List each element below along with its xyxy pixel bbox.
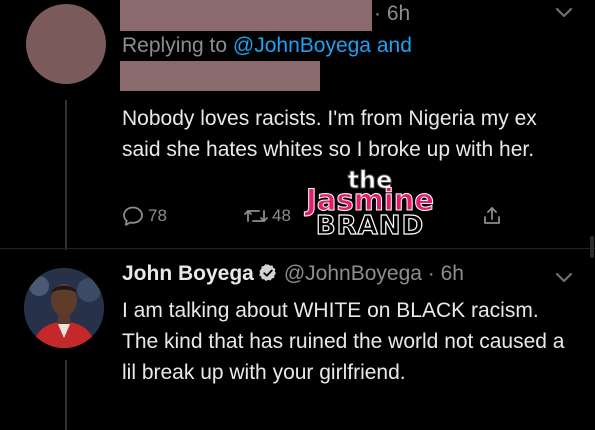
author-handle[interactable]: @JohnBoyega: [284, 262, 422, 285]
scroll-indicator: [590, 236, 594, 258]
replying-to-label: Replying to: [122, 34, 228, 57]
avatar-redacted[interactable]: [26, 4, 106, 84]
thread-line: [65, 100, 67, 250]
avatar[interactable]: [24, 268, 104, 348]
replying-to-line: Replying to @JohnBoyega and: [122, 34, 412, 58]
watermark-logo: the Jasmine BRAND: [290, 168, 450, 240]
tweet-time: · 6h: [427, 262, 464, 285]
reply-count: 78: [148, 206, 167, 225]
retweet-icon: [244, 210, 268, 222]
share-action[interactable]: [480, 204, 504, 228]
reply-time: · 6h: [374, 2, 411, 25]
redacted-mentions: [120, 61, 320, 91]
share-icon: [484, 207, 500, 224]
redacted-username: [120, 0, 372, 31]
retweet-count: 48: [272, 206, 291, 225]
reply-tweet-text: Nobody loves racists. I'm from Nigeria m…: [122, 107, 537, 161]
reply-action[interactable]: 78: [121, 204, 167, 228]
replying-to-handle[interactable]: @JohnBoyega: [233, 34, 371, 57]
retweet-action[interactable]: 48: [243, 204, 291, 228]
avatar-photo: [24, 268, 104, 348]
replying-to-and[interactable]: and: [377, 34, 412, 57]
verified-badge-icon: [259, 264, 276, 281]
chevron-down-icon[interactable]: [554, 6, 574, 20]
main-tweet-text: I am talking about WHITE on BLACK racism…: [122, 299, 565, 384]
tweet-divider: [0, 248, 595, 249]
thread-line-bottom: [65, 360, 67, 430]
chevron-down-icon[interactable]: [554, 271, 574, 285]
author-line: John Boyega @JohnBoyega · 6h: [122, 262, 464, 286]
display-name[interactable]: John Boyega: [122, 262, 254, 285]
reply-icon: [123, 206, 143, 226]
